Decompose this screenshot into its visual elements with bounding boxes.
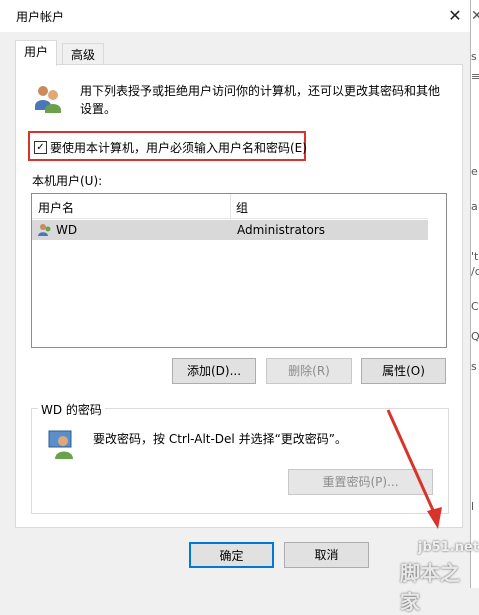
- close-button[interactable]: ✕: [440, 0, 470, 32]
- list-header: 用户名 组: [32, 194, 428, 219]
- bg-edge-glyph-3: e: [471, 165, 478, 178]
- local-users-label: 本机用户(U):: [32, 174, 103, 188]
- tab-users[interactable]: 用户: [15, 40, 58, 66]
- bg-edge-glyph-10: l: [471, 500, 475, 513]
- ok-button[interactable]: 确定: [189, 542, 274, 568]
- password-instructions: 要改密码，按 Ctrl-Alt-Del 并选择“更改密码”。: [93, 432, 348, 446]
- cancel-button[interactable]: 取消: [284, 542, 369, 568]
- bg-edge-glyph-1: s: [471, 50, 477, 63]
- watermark-url: jb51.net: [418, 540, 479, 555]
- bg-edge-glyph-6: /c: [471, 265, 479, 278]
- user-row-icon: [37, 222, 53, 241]
- bg-edge-glyph-5: 't: [471, 250, 479, 263]
- require-password-label[interactable]: 要使用本计算机，用户必须输入用户名和密码(E): [50, 139, 307, 156]
- add-button[interactable]: 添加(D)...: [172, 358, 256, 384]
- require-password-checkbox-row[interactable]: ✓ 要使用本计算机，用户必须输入用户名和密码(E): [28, 131, 307, 161]
- column-separator[interactable]: [230, 194, 231, 218]
- users-icon: [32, 82, 64, 117]
- bg-edge-glyph-9: s: [471, 360, 477, 373]
- checkmark-icon: ✓: [36, 142, 45, 153]
- properties-button[interactable]: 属性(O): [361, 358, 446, 384]
- column-header-username[interactable]: 用户名: [38, 199, 74, 216]
- watermark-name: 脚本之家: [400, 561, 460, 614]
- bg-edge-glyph-8: Q: [471, 330, 479, 343]
- bg-edge-glyph-7: C: [471, 300, 479, 313]
- password-group-title: WD 的密码: [38, 401, 105, 418]
- tab-advanced[interactable]: 高级: [62, 43, 105, 66]
- close-icon: ✕: [448, 6, 462, 25]
- title-bar[interactable]: 用户帐户 ✕: [0, 0, 471, 32]
- table-row[interactable]: WD Administrators: [32, 220, 428, 240]
- column-header-group[interactable]: 组: [236, 199, 248, 216]
- annotation-arrow: [386, 409, 442, 529]
- bg-edge-glyph-4: a: [471, 200, 478, 213]
- row-group: Administrators: [237, 223, 326, 237]
- window-title: 用户帐户: [16, 10, 65, 24]
- description-text: 用下列表授予或拒绝用户访问你的计算机，还可以更改其密码和其他设置。: [80, 84, 441, 116]
- require-password-checkbox[interactable]: ✓: [34, 141, 47, 154]
- bg-edge-glyph-2: ≡: [471, 70, 479, 83]
- user-key-icon: [46, 428, 78, 463]
- list-scrollbar[interactable]: [428, 194, 445, 347]
- remove-button[interactable]: 删除(R): [266, 358, 352, 384]
- row-username: WD: [56, 223, 78, 237]
- bg-edge-glyph-0: ✕: [471, 8, 479, 24]
- users-list[interactable]: 用户名 组 WD Administrators: [31, 193, 447, 348]
